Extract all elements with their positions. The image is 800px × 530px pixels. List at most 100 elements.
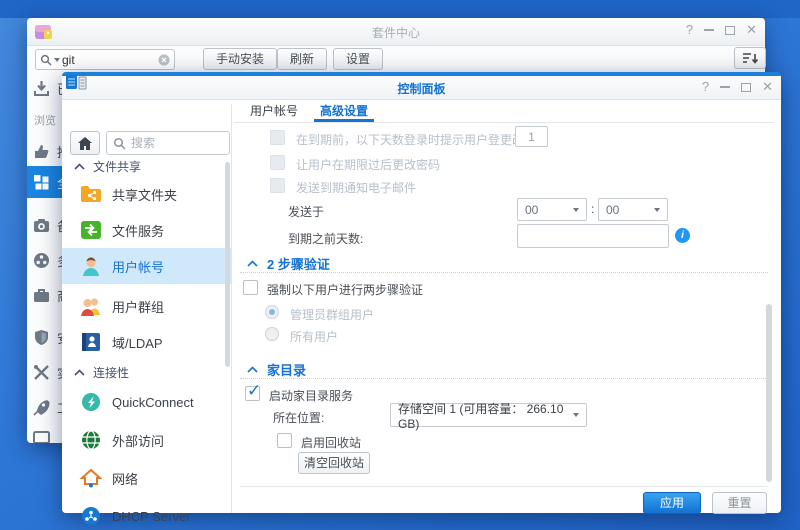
reset-button[interactable]: 重置 (712, 492, 767, 514)
control-panel-titlebar[interactable]: 控制面板 ? ✕ (62, 76, 781, 100)
enforce-two-step-label: 强制以下用户进行两步骤验证 (267, 281, 423, 298)
chevron-up-icon (247, 366, 258, 373)
briefcase-icon (33, 287, 50, 304)
search-scope-caret-icon[interactable] (54, 58, 60, 62)
taskbar[interactable] (0, 0, 800, 18)
send-minute-select[interactable]: 00 (598, 198, 668, 221)
footer-divider (240, 486, 768, 487)
radio-admin-group[interactable] (265, 305, 279, 319)
sidebar-item-shared-folder[interactable]: 共享文件夹 (62, 176, 232, 212)
maximize-icon[interactable] (725, 26, 735, 35)
camera-icon (33, 217, 50, 234)
shield-icon (33, 329, 50, 346)
radio-all-users-label: 所有用户 (290, 328, 338, 345)
days-before-label: 到期之前天数: (288, 230, 363, 247)
enable-recycle-checkbox[interactable] (277, 433, 292, 448)
package-search-box[interactable] (35, 49, 175, 70)
minimize-icon[interactable] (704, 29, 714, 31)
info-icon[interactable]: i (675, 228, 690, 243)
expire-prompt-label: 在到期前，以下天数登录时提示用户登更改密码 (296, 131, 548, 148)
home-icon (77, 136, 93, 151)
chevron-down-icon (573, 413, 579, 417)
tab-user-account[interactable]: 用户帐号 (244, 102, 304, 122)
quickconnect-icon (80, 392, 102, 412)
content-scrollbar[interactable] (766, 304, 772, 482)
manual-install-button[interactable]: 手动安装 (203, 48, 277, 70)
tab-divider (234, 122, 774, 123)
location-select[interactable]: 存储空间 1 (可用容量： 266.10 GB) (390, 403, 587, 427)
control-panel-title: 控制面板 (62, 80, 781, 97)
chevron-up-icon (74, 163, 85, 170)
sidebar-item-user-account[interactable]: 用户帐号 (62, 248, 232, 284)
sidebar-section-file-sharing[interactable]: 文件共享 (74, 158, 141, 175)
location-label: 所在位置: (273, 409, 324, 426)
enable-home-checkbox[interactable]: ✓ (245, 386, 260, 401)
section-divider (240, 378, 768, 379)
refresh-button[interactable]: 刷新 (277, 48, 327, 70)
domain-ldap-icon (80, 332, 102, 352)
maximize-icon[interactable] (741, 83, 751, 92)
help-icon[interactable]: ? (686, 23, 693, 37)
minimize-icon[interactable] (720, 86, 730, 88)
dhcp-server-icon (80, 506, 102, 526)
home-button[interactable] (70, 131, 100, 155)
settings-button[interactable]: 设置 (333, 48, 383, 70)
shared-folder-icon (80, 184, 102, 204)
chevron-up-icon (247, 260, 258, 267)
search-icon (40, 54, 52, 66)
send-hour-select[interactable]: 00 (517, 198, 587, 221)
clear-search-icon[interactable] (158, 54, 170, 66)
sidebar-search-input[interactable] (131, 136, 211, 150)
section-divider (240, 272, 768, 273)
rocket-icon (33, 399, 50, 416)
change-after-expire-label: 让用户在期限过后更改密码 (296, 156, 440, 173)
help-icon[interactable]: ? (702, 80, 709, 94)
sidebar-item-quickconnect[interactable]: QuickConnect (62, 384, 232, 420)
empty-recycle-button[interactable]: 清空回收站 (298, 452, 370, 474)
globe-icon (80, 430, 102, 450)
sort-button[interactable] (734, 47, 766, 69)
send-at-label: 发送于 (288, 203, 324, 220)
send-notify-checkbox[interactable] (270, 178, 285, 193)
sidebar-item-domain-ldap[interactable]: 域/LDAP (62, 324, 232, 360)
search-icon (113, 137, 126, 150)
sidebar-scrollbar[interactable] (225, 162, 230, 367)
user-group-icon (80, 296, 102, 316)
tab-advanced-settings[interactable]: 高级设置 (314, 102, 374, 122)
enable-recycle-label: 启用回收站 (301, 434, 361, 451)
close-icon[interactable]: ✕ (746, 23, 757, 37)
time-colon: : (591, 202, 594, 216)
apply-button[interactable]: 应用 (643, 492, 701, 514)
monitor-icon (33, 431, 50, 443)
sidebar-section-connectivity[interactable]: 连接性 (74, 364, 129, 381)
control-panel-sidebar: 文件共享 共享文件夹 文件服务 (62, 104, 232, 513)
days-before-input[interactable] (517, 224, 669, 248)
package-center-title: 套件中心 (27, 24, 765, 41)
package-center-titlebar[interactable]: 套件中心 ? ✕ (27, 18, 765, 46)
close-icon[interactable]: ✕ (762, 80, 773, 94)
thumbs-up-icon (33, 143, 50, 160)
tools-icon (33, 364, 50, 381)
radio-admin-group-label: 管理员群组用户 (290, 306, 374, 323)
sidebar-item-dhcp-server[interactable]: DHCP Server (62, 498, 232, 530)
sidebar-item-file-services[interactable]: 文件服务 (62, 212, 232, 248)
change-after-expire-checkbox[interactable] (270, 155, 285, 170)
enable-home-label: 启动家目录服务 (269, 387, 353, 404)
sidebar-item-partial[interactable] (33, 426, 50, 448)
section-two-step[interactable]: 2 步骤验证 (247, 254, 330, 273)
grid-icon (33, 174, 50, 191)
sidebar-search-box[interactable] (106, 131, 230, 155)
download-icon (33, 80, 50, 97)
sidebar-item-network[interactable]: 网络 (62, 460, 232, 496)
expire-prompt-checkbox[interactable] (270, 130, 285, 145)
send-notify-label: 发送到期通知电子邮件 (296, 179, 416, 196)
package-search-input[interactable] (62, 53, 156, 67)
radio-all-users[interactable] (265, 327, 279, 341)
control-panel-window[interactable]: 控制面板 ? ✕ 文件共享 (62, 72, 781, 513)
sidebar-item-user-group[interactable]: 用户群组 (62, 288, 232, 324)
network-icon (80, 468, 102, 488)
sidebar-item-external-access[interactable]: 外部访问 (62, 422, 232, 458)
enforce-two-step-checkbox[interactable] (243, 280, 258, 295)
expire-days-input[interactable] (515, 126, 548, 147)
section-home-directory[interactable]: 家目录 (247, 360, 306, 379)
